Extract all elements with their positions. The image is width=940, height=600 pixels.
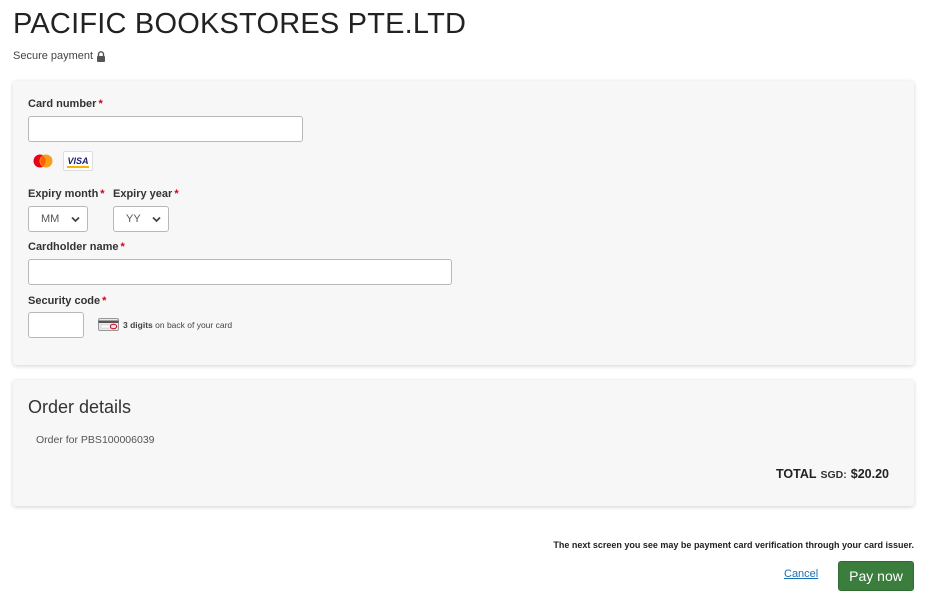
expiry-month-label: Expiry month * bbox=[28, 188, 105, 200]
order-details-title: Order details bbox=[28, 397, 132, 417]
accepted-card-brands: VISA bbox=[28, 151, 93, 171]
expiry-month-value: MM bbox=[41, 213, 60, 225]
secure-payment-indicator: Secure payment bbox=[13, 50, 106, 62]
visa-icon: VISA bbox=[63, 151, 93, 171]
expiry-year-value: YY bbox=[126, 213, 141, 225]
required-marker: * bbox=[174, 188, 179, 200]
mastercard-icon bbox=[28, 151, 58, 171]
security-code-hint: 3 digits on back of your card bbox=[98, 318, 232, 331]
lock-icon bbox=[97, 50, 106, 62]
required-marker: * bbox=[102, 295, 107, 307]
order-total: TOTAL SGD: $20.20 bbox=[776, 467, 889, 481]
card-number-input[interactable] bbox=[28, 116, 303, 142]
verification-notice: The next screen you see may be payment c… bbox=[553, 540, 914, 550]
expiry-year-select[interactable]: YY bbox=[113, 206, 169, 232]
cancel-link[interactable]: Cancel bbox=[784, 568, 818, 580]
cardholder-name-input[interactable] bbox=[28, 259, 452, 285]
order-reference: Order for PBS100006039 bbox=[36, 434, 155, 446]
chevron-down-icon bbox=[71, 216, 80, 223]
required-marker: * bbox=[98, 98, 103, 110]
security-code-hint-text: on back of your card bbox=[152, 319, 233, 330]
card-details-panel: Card number * VISA Expiry month * MM Expir… bbox=[13, 81, 914, 365]
security-code-input[interactable] bbox=[28, 312, 84, 338]
required-marker: * bbox=[100, 188, 105, 200]
cardholder-name-label: Cardholder name * bbox=[28, 241, 125, 253]
order-details-panel: Order details Order for PBS100006039 TOT… bbox=[13, 380, 914, 506]
expiry-year-label: Expiry year * bbox=[113, 188, 179, 200]
expiry-month-select[interactable]: MM bbox=[28, 206, 88, 232]
card-back-icon bbox=[98, 318, 119, 331]
total-label: TOTAL bbox=[776, 467, 817, 481]
security-code-hint-digits: 3 digits bbox=[123, 319, 153, 330]
merchant-title: PACIFIC BOOKSTORES PTE.LTD bbox=[13, 8, 467, 40]
total-amount: $20.20 bbox=[850, 467, 889, 481]
pay-now-button[interactable]: Pay now bbox=[838, 561, 914, 591]
total-currency: SGD: bbox=[820, 469, 847, 481]
required-marker: * bbox=[120, 241, 125, 253]
chevron-down-icon bbox=[152, 216, 161, 223]
secure-payment-label: Secure payment bbox=[13, 50, 94, 62]
security-code-label: Security code * bbox=[28, 295, 107, 307]
card-number-label: Card number * bbox=[28, 98, 103, 110]
